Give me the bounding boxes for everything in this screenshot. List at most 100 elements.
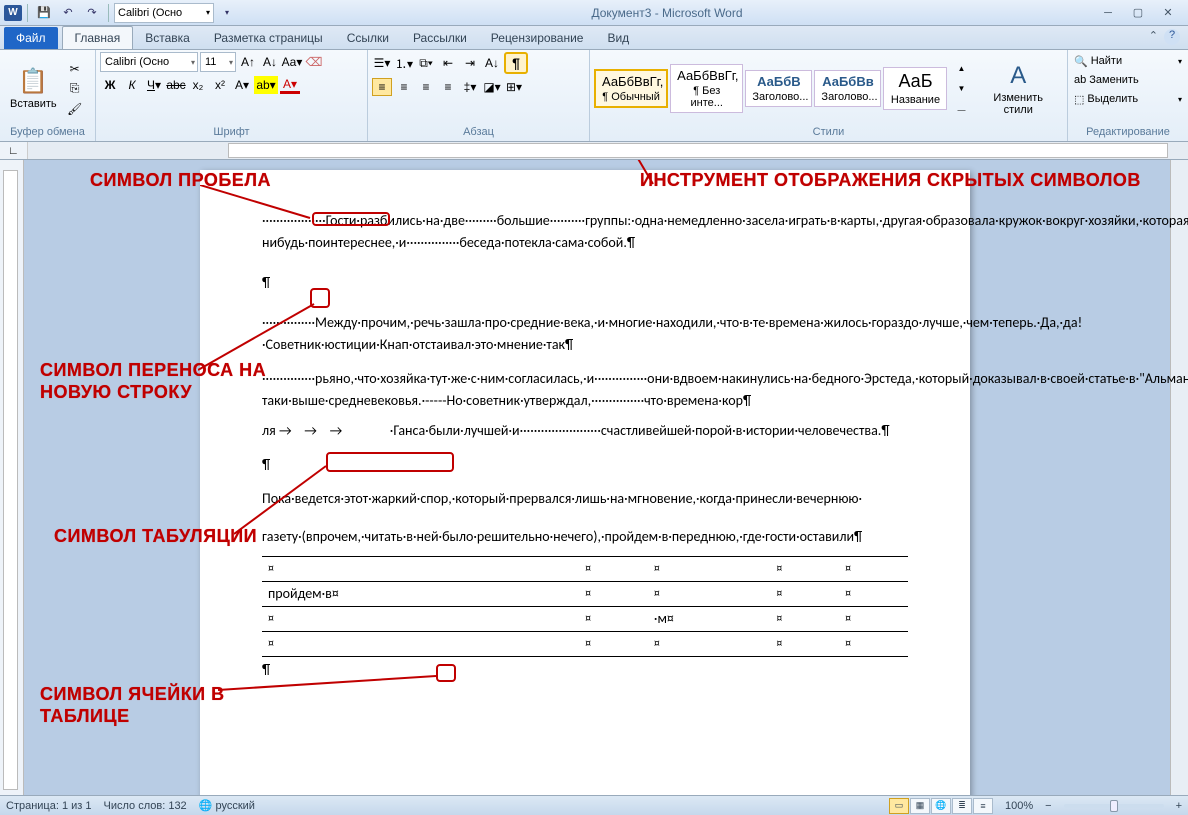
zoom-slider[interactable]: [1064, 804, 1164, 808]
horizontal-ruler-bar: ∟: [0, 142, 1188, 160]
vertical-scrollbar[interactable]: [1170, 160, 1188, 795]
document-text[interactable]: ··················Гости·разбились·на·две…: [262, 210, 908, 681]
tab-view[interactable]: Вид: [595, 27, 641, 49]
align-left-button[interactable]: ≡: [372, 78, 392, 96]
annotation-tab-box: [326, 452, 454, 472]
multilevel-button[interactable]: ⧉▾: [416, 54, 436, 72]
style-heading2[interactable]: АаБбВвЗаголово...: [814, 70, 881, 107]
copy-button[interactable]: ⎘: [65, 80, 85, 98]
view-outline[interactable]: ≣: [952, 798, 972, 814]
paste-button[interactable]: 📋 Вставить: [4, 65, 63, 112]
increase-indent-button[interactable]: ⇥: [460, 54, 480, 72]
word-icon[interactable]: W: [4, 5, 22, 21]
vertical-ruler[interactable]: [0, 160, 24, 795]
bold-button[interactable]: Ж: [100, 76, 120, 94]
styles-up-icon[interactable]: ▲: [951, 60, 971, 78]
view-print-layout[interactable]: ▭: [889, 798, 909, 814]
table-row: ¤¤·м¤¤¤: [262, 607, 908, 632]
qat-font-dropdown[interactable]: Calibri (Осно▾: [114, 3, 214, 23]
status-page[interactable]: Страница: 1 из 1: [6, 800, 92, 812]
font-family-combo[interactable]: Calibri (Осно: [100, 52, 198, 72]
cut-button[interactable]: ✂: [65, 60, 85, 78]
style-heading1[interactable]: АаБбВЗаголово...: [745, 70, 812, 107]
view-web[interactable]: 🌐: [931, 798, 951, 814]
change-styles-button[interactable]: A Изменить стили: [973, 60, 1063, 118]
redo-icon[interactable]: ↷: [81, 2, 103, 24]
editing-label: Редактирование: [1072, 125, 1184, 139]
subscript-button[interactable]: x₂: [188, 76, 208, 94]
font-size-combo[interactable]: 11: [200, 52, 236, 72]
tab-selector[interactable]: ∟: [0, 142, 28, 159]
tab-mailings[interactable]: Рассылки: [401, 27, 479, 49]
status-words[interactable]: Число слов: 132: [104, 800, 187, 812]
horizontal-ruler[interactable]: [228, 143, 1168, 158]
show-hidden-button[interactable]: ¶: [504, 52, 528, 74]
sort-button[interactable]: A↓: [482, 54, 502, 72]
grow-font-button[interactable]: A↑: [238, 53, 258, 71]
document-table[interactable]: ¤¤¤¤¤ пройдем·в¤¤¤¤¤ ¤¤·м¤¤¤ ¤¤¤¤¤: [262, 556, 908, 657]
zoom-out-button[interactable]: −: [1045, 800, 1051, 812]
paragraph-2[interactable]: ···············Между·прочим,·речь·зашла·…: [262, 312, 908, 356]
decrease-indent-button[interactable]: ⇤: [438, 54, 458, 72]
maximize-button[interactable]: ▢: [1126, 4, 1150, 22]
highlight-button[interactable]: ab▾: [254, 76, 278, 94]
zoom-in-button[interactable]: +: [1176, 800, 1182, 812]
paragraph-4[interactable]: ля → → →·Ганса·были·лучшей·и············…: [262, 420, 908, 442]
empty-paragraph-1[interactable]: ¶: [262, 272, 908, 294]
shrink-font-button[interactable]: A↓: [260, 53, 280, 71]
style-normal[interactable]: АаБбВвГг,¶ Обычный: [594, 69, 668, 108]
status-language[interactable]: 🌐 русский: [199, 799, 255, 812]
superscript-button[interactable]: x²: [210, 76, 230, 94]
numbering-button[interactable]: ⒈▾: [394, 54, 414, 72]
styles-more-icon[interactable]: ⎼: [951, 100, 971, 118]
shading-button[interactable]: ◪▾: [482, 78, 502, 96]
style-title[interactable]: АаБНазвание: [883, 67, 947, 110]
zoom-value[interactable]: 100%: [1005, 800, 1033, 812]
clear-format-button[interactable]: ⌫: [304, 53, 324, 71]
group-font: Calibri (Осно 11 A↑ A↓ Aa▾ ⌫ Ж К Ч▾ abc …: [96, 50, 368, 141]
paragraph-3[interactable]: ···············рьяно,·что·хозяйка·тут·же…: [262, 368, 908, 412]
underline-button[interactable]: Ч▾: [144, 76, 164, 94]
undo-icon[interactable]: ↶: [57, 2, 79, 24]
replace-button[interactable]: abЗаменить: [1072, 71, 1184, 89]
justify-button[interactable]: ≡: [438, 78, 458, 96]
tab-file[interactable]: Файл: [4, 27, 58, 49]
close-button[interactable]: ✕: [1156, 4, 1180, 22]
align-center-button[interactable]: ≡: [394, 78, 414, 96]
paragraph-label: Абзац: [372, 125, 585, 139]
minimize-ribbon-icon[interactable]: ⌃: [1149, 29, 1158, 45]
minimize-button[interactable]: ─: [1096, 4, 1120, 22]
font-color-button[interactable]: A▾: [280, 76, 300, 94]
tab-layout[interactable]: Разметка страницы: [202, 27, 335, 49]
ribbon-tabs: Файл Главная Вставка Разметка страницы С…: [0, 26, 1188, 50]
find-button[interactable]: 🔍Найти▾: [1072, 52, 1184, 70]
change-case-button[interactable]: Aa▾: [282, 53, 302, 71]
paragraph-6[interactable]: газету·(впрочем,·читать·в·ней·было·решит…: [262, 526, 908, 548]
styles-down-icon[interactable]: ▼: [951, 80, 971, 98]
find-icon: 🔍: [1074, 55, 1088, 68]
annotation-cell-box: [436, 664, 456, 682]
view-fullscreen[interactable]: ▦: [910, 798, 930, 814]
strike-button[interactable]: abc: [166, 76, 186, 94]
help-icon[interactable]: ?: [1164, 29, 1180, 45]
text-effects-button[interactable]: A▾: [232, 76, 252, 94]
save-icon[interactable]: 💾: [33, 2, 55, 24]
zoom-thumb[interactable]: [1110, 800, 1118, 812]
align-right-button[interactable]: ≡: [416, 78, 436, 96]
tab-references[interactable]: Ссылки: [335, 27, 401, 49]
format-painter-button[interactable]: 🖌: [65, 100, 85, 118]
line-spacing-button[interactable]: ‡▾: [460, 78, 480, 96]
styles-label: Стили: [594, 125, 1063, 139]
view-draft[interactable]: ≡: [973, 798, 993, 814]
bullets-button[interactable]: ☰▾: [372, 54, 392, 72]
qat-customize-icon[interactable]: ▾: [216, 2, 238, 24]
italic-button[interactable]: К: [122, 76, 142, 94]
paragraph-5[interactable]: Пока·ведется·этот·жаркий·спор,·который·п…: [262, 488, 908, 510]
tab-insert[interactable]: Вставка: [133, 27, 202, 49]
select-button[interactable]: ⬚Выделить▾: [1072, 90, 1184, 108]
style-no-spacing[interactable]: АаБбВвГг,¶ Без инте...: [670, 64, 743, 113]
tab-review[interactable]: Рецензирование: [479, 27, 596, 49]
group-styles: АаБбВвГг,¶ Обычный АаБбВвГг,¶ Без инте..…: [590, 50, 1068, 141]
tab-home[interactable]: Главная: [62, 26, 134, 49]
borders-button[interactable]: ⊞▾: [504, 78, 524, 96]
